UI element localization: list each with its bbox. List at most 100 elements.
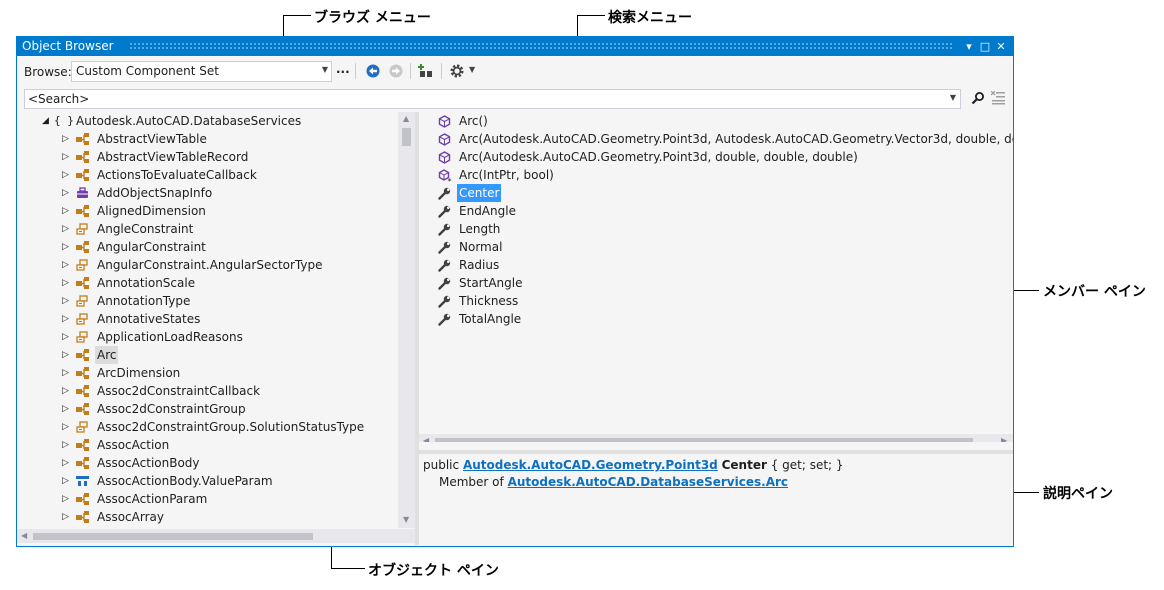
- expand-triangle-icon[interactable]: ▷: [62, 238, 69, 256]
- member-item[interactable]: Arc(): [419, 112, 1013, 130]
- tree-item[interactable]: ▷ AlignedDimension: [17, 202, 397, 220]
- object-pane-vertical-scrollbar[interactable]: ▲ ▼: [398, 112, 415, 528]
- tree-item[interactable]: ▷ AngleConstraint: [17, 220, 397, 238]
- member-item[interactable]: StartAngle: [419, 274, 1013, 292]
- maximize-button[interactable]: □: [977, 37, 993, 56]
- member-item-label: EndAngle: [459, 204, 516, 218]
- scroll-right-arrow-icon[interactable]: ▶: [1001, 436, 1007, 442]
- expand-triangle-icon[interactable]: ▷: [62, 292, 69, 310]
- expand-triangle-icon[interactable]: ▷: [62, 130, 69, 148]
- browse-dropdown[interactable]: Custom Component Set ▼: [71, 61, 332, 82]
- expand-triangle-icon[interactable]: ▷: [62, 454, 69, 472]
- browse-more-button[interactable]: ...: [336, 62, 350, 76]
- expand-triangle-icon[interactable]: ▷: [62, 382, 69, 400]
- tree-item[interactable]: ▷ AssocArray: [17, 508, 397, 526]
- member-item[interactable]: TotalAngle: [419, 310, 1013, 328]
- search-icon[interactable]: [971, 91, 985, 105]
- tree-item[interactable]: ▷ ApplicationLoadReasons: [17, 328, 397, 346]
- close-button[interactable]: ✕: [993, 37, 1009, 56]
- tree-root[interactable]: ◢ { } Autodesk.AutoCAD.DatabaseServices: [17, 112, 397, 130]
- tree-item[interactable]: ▷ AddObjectSnapInfo: [17, 184, 397, 202]
- method-icon: [438, 133, 451, 146]
- expand-triangle-icon[interactable]: ▷: [62, 256, 69, 274]
- dropdown-menu-button[interactable]: ▾: [961, 37, 977, 56]
- tree-item[interactable]: ▷ Assoc2dConstraintGroup.SolutionStatusTy…: [17, 418, 397, 436]
- tree-item[interactable]: ▷ AnnotationType: [17, 292, 397, 310]
- expand-triangle-icon[interactable]: ▷: [62, 364, 69, 382]
- object-pane-horizontal-scrollbar[interactable]: ◀: [17, 529, 415, 543]
- title-bar[interactable]: Object Browser ▾ □ ✕: [17, 37, 1013, 56]
- expand-triangle-icon[interactable]: ▷: [62, 472, 69, 490]
- tree-item[interactable]: ▷ AssocActionBody.ValueParam: [17, 472, 397, 490]
- tree-item[interactable]: ▷ AssocAction: [17, 436, 397, 454]
- expand-triangle-icon[interactable]: ▷: [62, 184, 69, 202]
- scroll-up-arrow-icon[interactable]: ▲: [403, 114, 409, 123]
- expand-triangle-icon[interactable]: ▷: [62, 490, 69, 508]
- expand-triangle-icon[interactable]: ▷: [62, 274, 69, 292]
- tree-item[interactable]: ▷ AbstractViewTable: [17, 130, 397, 148]
- member-item[interactable]: Arc(Autodesk.AutoCAD.Geometry.Point3d, A…: [419, 130, 1013, 148]
- class-link[interactable]: Arc: [766, 475, 788, 489]
- callout-object-line-h: [331, 568, 365, 569]
- scroll-down-arrow-icon[interactable]: ▼: [403, 515, 409, 524]
- expand-triangle-icon[interactable]: ▷: [62, 508, 69, 526]
- expand-triangle-icon[interactable]: ▷: [62, 436, 69, 454]
- member-item-label: Arc(Autodesk.AutoCAD.Geometry.Point3d, A…: [459, 132, 1013, 146]
- member-item[interactable]: EndAngle: [419, 202, 1013, 220]
- member-item[interactable]: * Arc(IntPtr, bool): [419, 166, 1013, 186]
- member-pane-horizontal-scrollbar[interactable]: ◀ ▶: [419, 434, 1013, 442]
- tree-item[interactable]: ▷ AssocActionBody: [17, 454, 397, 472]
- member-item[interactable]: Center: [419, 184, 1013, 202]
- tree-item[interactable]: ▷ AngularConstraint.AngularSectorType: [17, 256, 397, 274]
- scrollbar-thumb[interactable]: [33, 533, 313, 540]
- tree-item[interactable]: ▷ Arc: [17, 346, 397, 364]
- scrollbar-thumb[interactable]: [402, 128, 411, 146]
- toolbar: Browse: Custom Component Set ▼ ... ▼: [17, 56, 1013, 86]
- toolbar-separator: [410, 63, 411, 79]
- tree-item[interactable]: ▷ AssocActionParam: [17, 490, 397, 508]
- enum-icon: [75, 330, 90, 344]
- class-icon: [75, 240, 90, 254]
- scrollbar-thumb[interactable]: [435, 438, 973, 442]
- tree-item[interactable]: ▷ AngularConstraint: [17, 238, 397, 256]
- type-link[interactable]: Autodesk.AutoCAD.Geometry.Point3d: [463, 458, 718, 472]
- namespace-link[interactable]: Autodesk.AutoCAD.DatabaseServices: [508, 475, 762, 489]
- back-icon[interactable]: [365, 63, 381, 79]
- expand-triangle-icon[interactable]: ▷: [62, 418, 69, 436]
- member-item[interactable]: Arc(Autodesk.AutoCAD.Geometry.Point3d, d…: [419, 148, 1013, 166]
- tree-item[interactable]: ▷ AnnotativeStates: [17, 310, 397, 328]
- member-item[interactable]: Radius: [419, 256, 1013, 274]
- expand-triangle-icon[interactable]: ▷: [62, 166, 69, 184]
- search-input[interactable]: <Search> ▼: [24, 89, 961, 109]
- class-icon: [75, 366, 90, 380]
- tree-item[interactable]: ▷ ArcDimension: [17, 364, 397, 382]
- chevron-down-icon[interactable]: ▼: [469, 65, 475, 74]
- expand-triangle-icon[interactable]: ▷: [62, 202, 69, 220]
- expand-triangle-icon[interactable]: ▷: [62, 220, 69, 238]
- settings-icon[interactable]: [449, 63, 465, 79]
- forward-icon[interactable]: [388, 63, 404, 79]
- tree-item[interactable]: ▷ Assoc2dConstraintGroup: [17, 400, 397, 418]
- tree-item-label: ActionsToEvaluateCallback: [97, 168, 257, 182]
- scroll-left-arrow-icon[interactable]: ◀: [21, 531, 27, 540]
- tree-item[interactable]: ▷ AnnotationScale: [17, 274, 397, 292]
- method-icon: [438, 115, 451, 128]
- tree-item[interactable]: ▷ Assoc2dConstraintCallback: [17, 382, 397, 400]
- class-icon: [75, 276, 90, 290]
- tree-item[interactable]: ▷ AbstractViewTableRecord: [17, 148, 397, 166]
- scroll-left-arrow-icon[interactable]: ◀: [423, 436, 429, 442]
- tree-item[interactable]: ▷ ActionsToEvaluateCallback: [17, 166, 397, 184]
- expand-triangle-icon[interactable]: ▷: [62, 400, 69, 418]
- expand-triangle-icon[interactable]: ▷: [62, 310, 69, 328]
- expanded-triangle-icon[interactable]: ◢: [42, 112, 49, 130]
- expand-triangle-icon[interactable]: ▷: [62, 148, 69, 166]
- search-placeholder: <Search>: [28, 92, 90, 106]
- member-item[interactable]: Thickness: [419, 292, 1013, 310]
- expand-triangle-icon[interactable]: ▷: [62, 328, 69, 346]
- expand-triangle-icon[interactable]: ▷: [62, 346, 69, 364]
- clear-search-icon[interactable]: [991, 91, 1005, 105]
- chevron-down-icon[interactable]: ▼: [950, 93, 956, 102]
- member-item[interactable]: Length: [419, 220, 1013, 238]
- member-item[interactable]: Normal: [419, 238, 1013, 256]
- add-reference-icon[interactable]: [418, 63, 434, 79]
